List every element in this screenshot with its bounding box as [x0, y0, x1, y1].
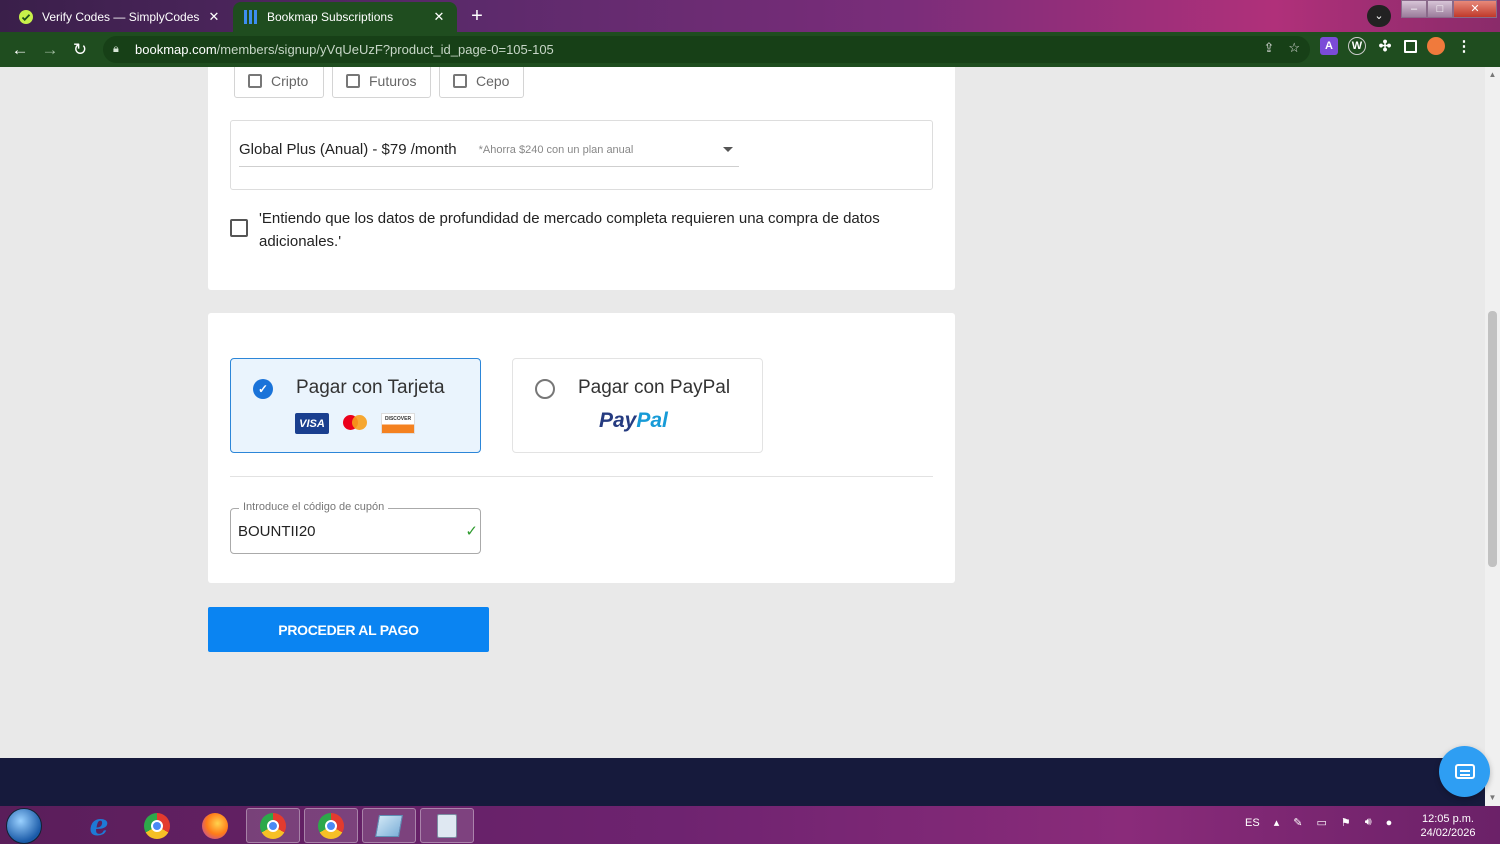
plan-card: Cripto Futuros Cepo Global Plus (Anual) … [208, 67, 955, 290]
firefox-icon[interactable] [188, 808, 242, 843]
coupon-value: BOUNTII20 [238, 523, 316, 540]
chat-button[interactable] [1439, 746, 1490, 797]
internet-explorer-icon[interactable]: e [72, 808, 126, 843]
coupon-field[interactable]: Introduce el código de cupón BOUNTII20 ✓ [230, 501, 481, 554]
paypal-logo: PayPal [599, 409, 668, 432]
scroll-down-icon[interactable]: ▼ [1485, 792, 1500, 804]
chrome-icon[interactable] [130, 808, 184, 843]
checkbox[interactable] [346, 74, 360, 88]
window-close-icon[interactable]: ✕ [1453, 0, 1497, 18]
start-button[interactable] [6, 808, 42, 844]
close-icon[interactable]: ✕ [431, 9, 447, 25]
chat-icon [1454, 764, 1475, 779]
forward-arrow-icon[interactable]: → [35, 35, 65, 65]
puzzle-icon[interactable]: ✣ [1376, 37, 1394, 55]
agreement-checkbox[interactable] [230, 219, 248, 237]
close-icon[interactable]: ✕ [206, 9, 222, 25]
chevron-down-icon[interactable]: ⌄ [1367, 5, 1391, 27]
paper-app-icon[interactable] [362, 808, 416, 843]
bookmap-icon [243, 9, 259, 25]
pay-card-label: Pagar con Tarjeta [296, 377, 445, 398]
agreement-row: 'Entiendo que los datos de profundidad d… [230, 207, 910, 253]
scrollbar-thumb[interactable] [1488, 311, 1497, 567]
plan-selected-value: Global Plus (Anual) - $79 /month [239, 141, 457, 158]
pen-icon[interactable]: ✎ [1293, 816, 1302, 829]
pay-with-card-option[interactable]: ✓ Pagar con Tarjeta VISA DISCOVER [230, 358, 481, 453]
windows-taskbar: e ES ▴ ✎ ▭ ⚑ 🔊︎ ● 12:05 p.m. 24/02/2026 [0, 806, 1500, 844]
clock-time: 12:05 p.m. [1422, 813, 1474, 825]
checkmark-radio-icon[interactable]: ✓ [253, 379, 273, 399]
new-tab-icon[interactable]: + [466, 6, 488, 28]
app-tray-icon[interactable]: ● [1386, 817, 1393, 829]
proceed-to-payment-button[interactable]: PROCEDER AL PAGO [208, 607, 489, 652]
option-label: Futuros [369, 73, 417, 89]
scroll-up-icon[interactable]: ▲ [1485, 69, 1500, 81]
page-scrollbar[interactable]: ▲ ▼ [1485, 67, 1500, 806]
tab-title: Bookmap Subscriptions [267, 10, 394, 24]
tab-bookmap[interactable]: Bookmap Subscriptions ✕ [233, 2, 457, 32]
maximize-icon[interactable]: □ [1427, 0, 1453, 18]
tab-title: Verify Codes — SimplyCodes [42, 10, 200, 24]
reload-icon[interactable]: ↻ [65, 35, 95, 65]
plan-hint: *Ahorra $240 con un plan anual [478, 143, 634, 156]
mastercard-logo [338, 413, 372, 434]
discover-logo: DISCOVER [381, 413, 415, 434]
divider [230, 476, 933, 477]
tab-simplycodes[interactable]: Verify Codes — SimplyCodes ✕ [8, 2, 232, 32]
url-text: bookmap.com/members/signup/yVqUeUzF?prod… [135, 42, 554, 57]
calculator-icon[interactable] [420, 808, 474, 843]
back-arrow-icon[interactable]: ← [5, 35, 35, 65]
browser-tab-strip: Verify Codes — SimplyCodes ✕ Bookmap Sub… [0, 0, 1500, 32]
extension-w-icon[interactable]: W [1348, 37, 1366, 55]
network-icon[interactable]: ▭ [1316, 816, 1326, 829]
simplycodes-icon [18, 9, 34, 25]
taskbar-clock[interactable]: 12:05 p.m. 24/02/2026 [1412, 812, 1484, 840]
payment-card: ✓ Pagar con Tarjeta VISA DISCOVER Pagar … [208, 313, 955, 583]
chrome-window-icon[interactable] [246, 808, 300, 843]
address-bar[interactable]: 🔒︎ bookmap.com/members/signup/yVqUeUzF?p… [103, 36, 1310, 63]
coupon-legend: Introduce el código de cupón [239, 501, 389, 513]
share-icon[interactable]: ⇪ [1263, 40, 1274, 56]
agreement-text: 'Entiendo que los datos de profundidad d… [259, 210, 880, 250]
checkbox[interactable] [248, 74, 262, 88]
market-option-cepo[interactable]: Cepo [439, 67, 524, 98]
extension-a-icon[interactable]: A [1320, 37, 1338, 55]
lock-icon: 🔒︎ [113, 43, 119, 55]
avatar[interactable] [1427, 37, 1445, 55]
dropdown-arrow-icon[interactable] [723, 147, 733, 152]
market-option-futuros[interactable]: Futuros [332, 67, 431, 98]
check-icon: ✓ [465, 523, 478, 540]
plan-selector-box: Global Plus (Anual) - $79 /month *Ahorra… [230, 120, 933, 190]
volume-icon[interactable]: 🔊︎ [1365, 816, 1372, 829]
plan-select[interactable]: Global Plus (Anual) - $79 /month *Ahorra… [239, 133, 739, 167]
radio-button[interactable] [535, 379, 555, 399]
system-tray: ES ▴ ✎ ▭ ⚑ 🔊︎ ● [1245, 816, 1392, 829]
market-option-cripto[interactable]: Cripto [234, 67, 324, 98]
browser-toolbar: ← → ↻ 🔒︎ bookmap.com/members/signup/yVqU… [0, 32, 1500, 67]
page-footer [0, 758, 1485, 806]
visa-logo: VISA [295, 413, 329, 434]
checkbox[interactable] [453, 74, 467, 88]
chrome-profile-window-icon[interactable] [304, 808, 358, 843]
clock-date: 24/02/2026 [1420, 827, 1476, 839]
flag-icon[interactable]: ⚑ [1341, 816, 1351, 829]
chevron-up-icon[interactable]: ▴ [1274, 816, 1280, 829]
page-viewport: Cripto Futuros Cepo Global Plus (Anual) … [0, 67, 1485, 758]
language-indicator[interactable]: ES [1245, 817, 1260, 829]
option-label: Cripto [271, 73, 309, 89]
option-label: Cepo [476, 73, 510, 89]
pay-with-paypal-option[interactable]: Pagar con PayPal PayPal [512, 358, 763, 453]
bookmark-star-icon[interactable]: ☆ [1288, 40, 1300, 56]
kebab-menu-icon[interactable]: ⋮ [1455, 37, 1473, 55]
pay-paypal-label: Pagar con PayPal [578, 377, 731, 398]
minimize-icon[interactable]: – [1401, 0, 1427, 18]
side-panel-icon[interactable] [1404, 39, 1417, 53]
